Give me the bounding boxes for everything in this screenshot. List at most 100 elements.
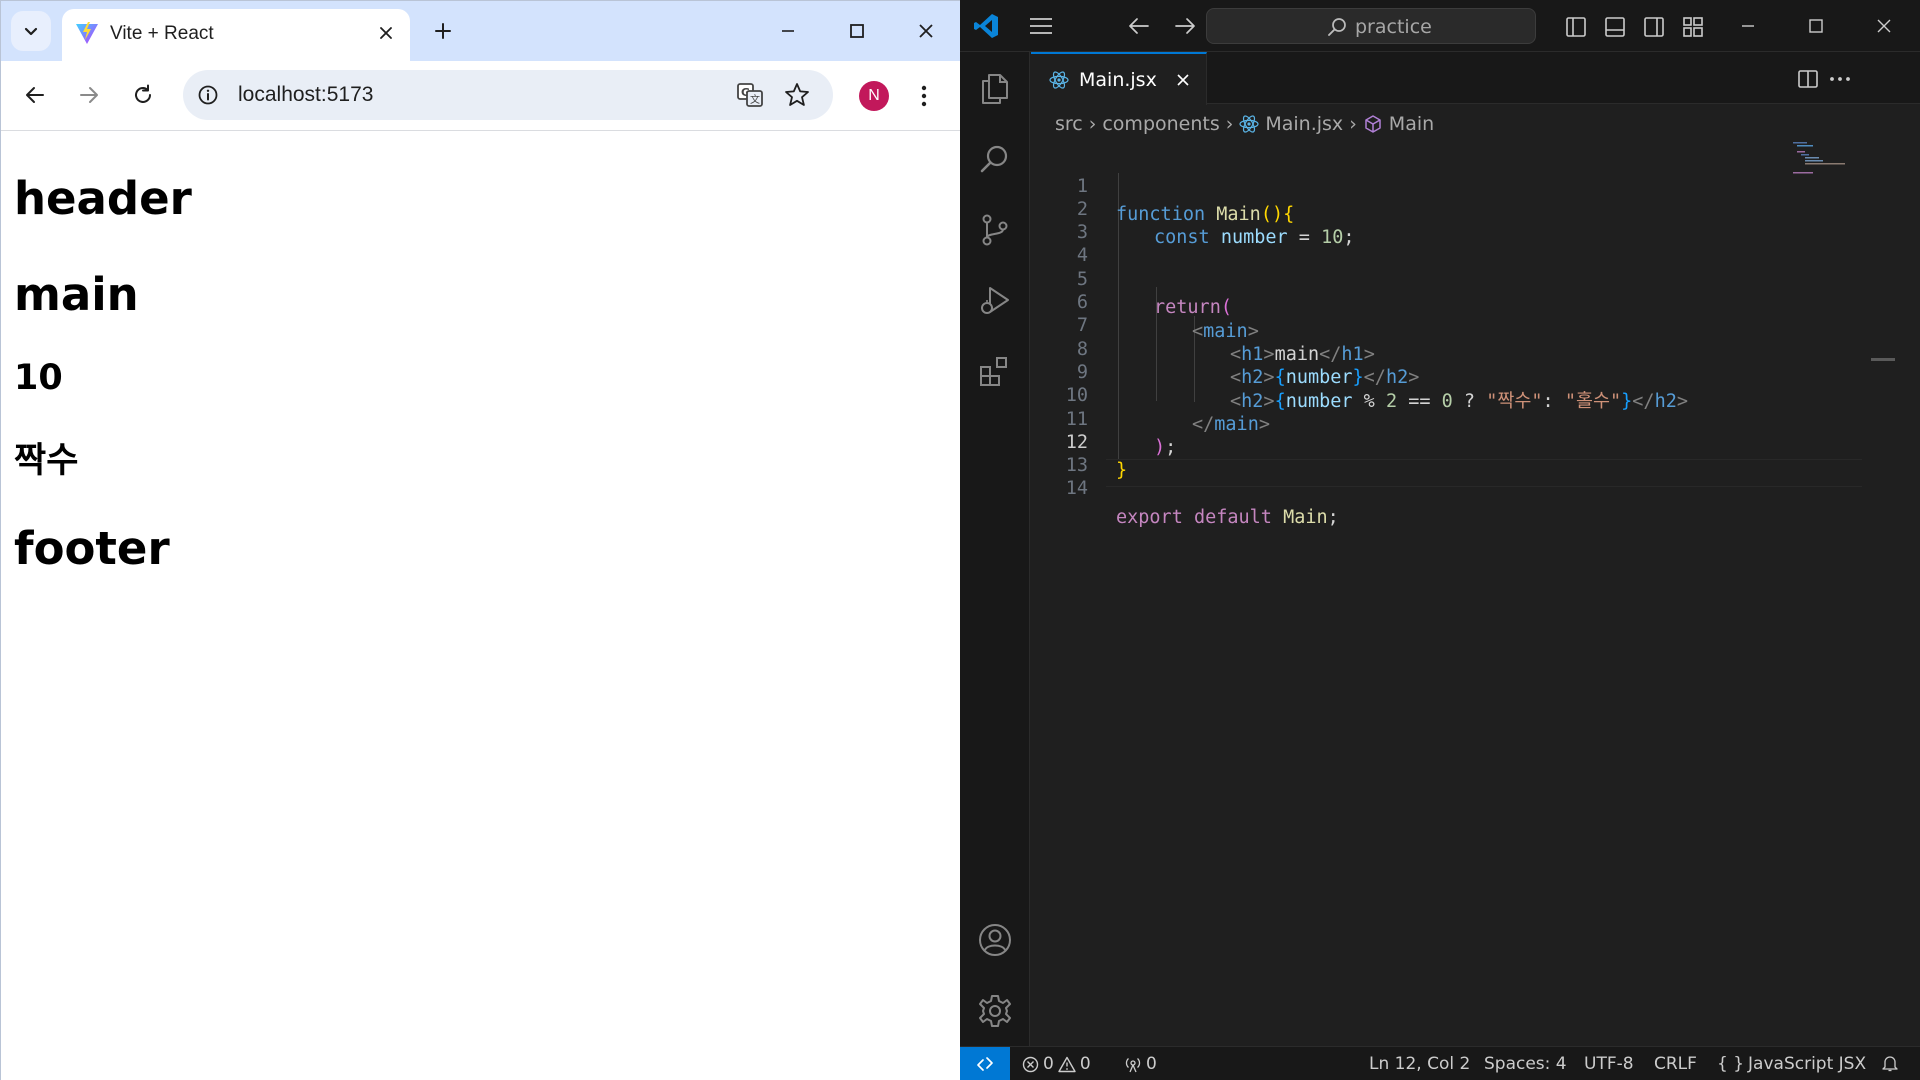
bell-icon xyxy=(1882,1056,1898,1072)
url-text[interactable]: localhost:5173 xyxy=(238,83,373,107)
reload-button[interactable] xyxy=(121,73,165,117)
account-icon xyxy=(979,924,1011,956)
browser-tab-title: Vite + React xyxy=(110,23,214,44)
browser-minimize-button[interactable] xyxy=(754,1,822,61)
warning-icon xyxy=(1058,1056,1076,1072)
page-number-heading: 10 xyxy=(14,358,63,398)
new-tab-button[interactable] xyxy=(425,13,461,49)
error-icon xyxy=(1022,1056,1039,1072)
vite-favicon-icon xyxy=(76,22,98,44)
tab-close-button[interactable] xyxy=(374,21,398,45)
remote-indicator-button[interactable] xyxy=(960,1047,1010,1080)
files-icon xyxy=(982,74,1008,104)
customize-layout-icon[interactable] xyxy=(1681,15,1705,39)
code-token: Main xyxy=(1283,507,1328,529)
page-content: header main 10 짝수 footer xyxy=(1,132,960,1080)
arrow-right-icon xyxy=(80,87,98,103)
breadcrumb-file[interactable]: Main.jsx xyxy=(1265,113,1343,135)
overview-ruler-cursor xyxy=(1871,358,1895,361)
profile-avatar[interactable]: N xyxy=(859,81,889,111)
indentation-indicator[interactable]: Spaces: 4 xyxy=(1484,1054,1567,1074)
desktop: Vite + React localhost:5173 G 文 N header… xyxy=(0,0,1920,1080)
minimize-icon xyxy=(782,30,794,32)
warning-count: 0 xyxy=(1079,1054,1091,1074)
chevron-down-icon xyxy=(24,27,38,36)
react-file-icon xyxy=(1049,71,1069,89)
browser-close-button[interactable] xyxy=(892,1,960,61)
line-number: 14 xyxy=(1065,478,1088,500)
activity-manage[interactable] xyxy=(960,976,1030,1046)
breadcrumb-symbol[interactable]: Main xyxy=(1389,113,1434,135)
browser-window: Vite + React localhost:5173 G 文 N header… xyxy=(0,0,960,1080)
notifications-button[interactable] xyxy=(1882,1054,1898,1072)
plus-icon xyxy=(435,23,451,39)
extensions-icon xyxy=(980,357,1007,386)
close-icon xyxy=(919,24,933,38)
gear-icon xyxy=(979,995,1011,1027)
run-debug-icon xyxy=(981,287,1009,314)
breadcrumb-components[interactable]: components xyxy=(1102,113,1219,135)
translate-icon[interactable]: G 文 xyxy=(736,81,764,109)
vscode-minimize-button[interactable] xyxy=(1714,0,1782,52)
activity-source-control[interactable] xyxy=(960,195,1030,265)
command-center-search[interactable]: practice xyxy=(1206,8,1536,44)
problems-indicator[interactable]: 0 0 xyxy=(1022,1054,1091,1074)
react-file-icon xyxy=(1239,115,1259,133)
application-menu-button[interactable] xyxy=(1028,14,1054,38)
eol-indicator[interactable]: CRLF xyxy=(1654,1054,1697,1074)
close-icon xyxy=(380,27,392,39)
browser-maximize-button[interactable] xyxy=(823,1,891,61)
vscode-titlebar: practice xyxy=(960,0,1920,52)
toggle-primary-sidebar-icon[interactable] xyxy=(1564,15,1588,39)
browser-tab[interactable]: Vite + React xyxy=(62,9,410,61)
cursor-position[interactable]: Ln 12, Col 2 xyxy=(1369,1054,1470,1074)
bookmark-star-icon[interactable] xyxy=(783,81,811,109)
ports-indicator[interactable]: 0 xyxy=(1124,1054,1157,1074)
activity-accounts[interactable] xyxy=(960,905,1030,975)
encoding-indicator[interactable]: UTF-8 xyxy=(1584,1054,1634,1074)
tab-search-button[interactable] xyxy=(11,11,51,51)
minimize-icon xyxy=(1742,25,1754,27)
activity-bar xyxy=(960,52,1030,1046)
ports-count: 0 xyxy=(1146,1054,1157,1074)
breadcrumb-src[interactable]: src xyxy=(1055,113,1083,135)
toggle-secondary-sidebar-icon[interactable] xyxy=(1642,15,1666,39)
language-label: JavaScript JSX xyxy=(1748,1054,1867,1074)
vscode-maximize-button[interactable] xyxy=(1782,0,1850,52)
go-forward-button[interactable] xyxy=(1172,14,1198,38)
page-main-heading: main xyxy=(14,268,139,321)
more-vertical-icon xyxy=(921,85,927,107)
maximize-icon xyxy=(850,24,864,38)
editor-tab-label: Main.jsx xyxy=(1079,69,1157,91)
source-control-icon xyxy=(982,214,1008,246)
editor-area: Main.jsx src › components › Main.jsx › M… xyxy=(1031,52,1920,1046)
editor-tab-main-jsx[interactable]: Main.jsx xyxy=(1031,52,1207,105)
split-editor-icon xyxy=(1798,70,1818,88)
activity-explorer[interactable] xyxy=(960,54,1030,124)
vscode-close-button[interactable] xyxy=(1850,0,1918,52)
page-parity-heading: 짝수 xyxy=(14,441,79,481)
toggle-panel-icon[interactable] xyxy=(1603,15,1627,39)
address-bar[interactable]: localhost:5173 G 文 xyxy=(183,70,833,120)
search-icon xyxy=(980,145,1008,173)
back-button[interactable] xyxy=(13,73,57,117)
activity-run-debug[interactable] xyxy=(960,265,1030,335)
close-icon xyxy=(1177,74,1189,86)
error-count: 0 xyxy=(1043,1054,1054,1074)
remote-icon xyxy=(977,1057,993,1071)
hamburger-menu-icon xyxy=(1030,18,1052,34)
arrow-left-icon xyxy=(1129,18,1149,34)
split-editor-button[interactable] xyxy=(1795,66,1821,92)
activity-extensions[interactable] xyxy=(960,336,1030,406)
activity-search[interactable] xyxy=(960,124,1030,194)
code-token: export xyxy=(1116,507,1183,529)
language-mode[interactable]: { } JavaScript JSX xyxy=(1717,1054,1866,1074)
forward-button[interactable] xyxy=(67,73,111,117)
info-icon xyxy=(198,85,218,105)
editor-more-actions-button[interactable] xyxy=(1827,66,1853,92)
editor-tab-close-button[interactable] xyxy=(1173,70,1193,90)
minimap[interactable] xyxy=(1793,136,1853,176)
go-back-button[interactable] xyxy=(1126,14,1152,38)
site-info-button[interactable] xyxy=(195,82,221,108)
browser-menu-button[interactable] xyxy=(907,79,941,113)
